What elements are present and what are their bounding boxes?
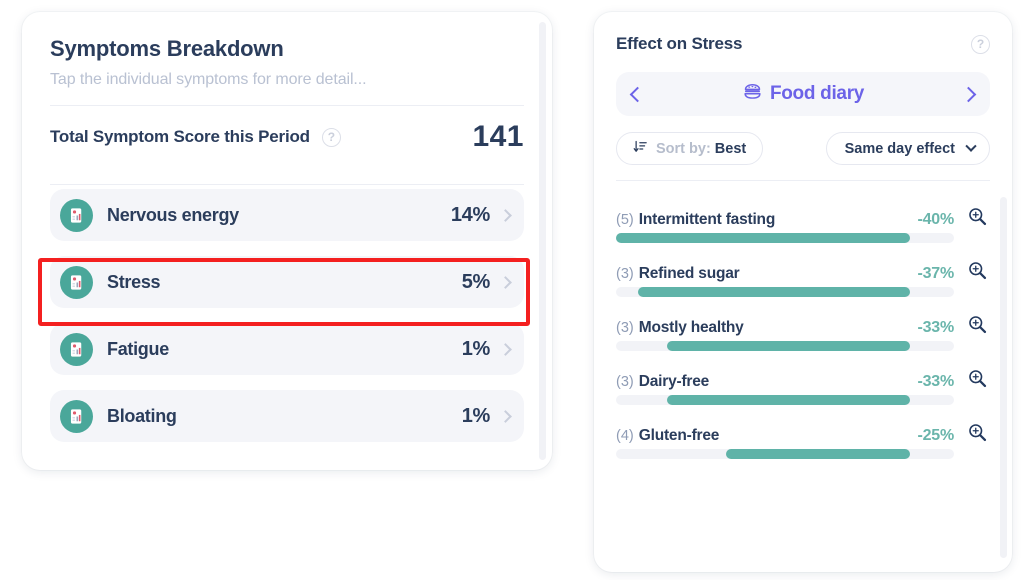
total-symptom-score-row: Total Symptom Score this Period ? 141	[50, 106, 524, 168]
bar-fill	[638, 287, 911, 297]
list-controls: Sort by: Best Same day effect	[616, 132, 990, 165]
bar-track	[616, 287, 954, 297]
factor-percent: -37%	[917, 265, 954, 282]
factor-header: (5) Intermittent fasting -40%	[616, 203, 990, 228]
list-item[interactable]: Stress 5%	[50, 256, 524, 309]
chevron-right-icon[interactable]	[499, 343, 512, 356]
total-score-label: Total Symptom Score this Period	[50, 127, 310, 147]
symptom-report-icon	[60, 198, 93, 232]
factor-name: Gluten-free	[638, 427, 720, 444]
symptoms-header: Symptoms Breakdown Tap the individual sy…	[22, 12, 552, 186]
factor-list: (5) Intermittent fasting -40% (3) Refine…	[594, 181, 1012, 459]
effect-title-row: Effect on Stress ?	[616, 34, 990, 54]
bar-fill	[726, 449, 911, 459]
list-item[interactable]: (3) Dairy-free -33%	[616, 365, 990, 405]
factor-name: Refined sugar	[638, 265, 740, 282]
bar-track	[616, 341, 954, 351]
magnifier-plus-icon[interactable]	[964, 368, 990, 389]
app-screen: Symptoms Breakdown Tap the individual sy…	[0, 0, 1024, 580]
bar-fill	[667, 341, 911, 351]
factor-name: Intermittent fasting	[638, 211, 776, 228]
chevron-down-icon	[965, 140, 977, 152]
list-item[interactable]: Bloating 1%	[50, 390, 524, 443]
factor-count: (3)	[616, 320, 634, 336]
factor-count: (3)	[616, 374, 634, 390]
factor-percent: -40%	[917, 211, 954, 228]
factor-percent: -33%	[917, 373, 954, 390]
timeframe-value: Same day effect	[844, 140, 955, 157]
bar-track	[616, 395, 954, 405]
symptom-name: Stress	[107, 271, 161, 292]
list-item[interactable]: (3) Mostly healthy -33%	[616, 311, 990, 351]
magnifier-plus-icon[interactable]	[964, 206, 990, 227]
scrollbar[interactable]	[539, 22, 546, 460]
sort-label: Sort by:	[656, 140, 711, 157]
help-icon[interactable]: ?	[971, 34, 990, 54]
list-item[interactable]: (4) Gluten-free -25%	[616, 419, 990, 459]
list-item[interactable]: Nervous energy 14%	[50, 189, 524, 242]
chevron-right-icon[interactable]	[499, 410, 512, 423]
help-icon[interactable]: ?	[321, 127, 341, 147]
symptom-name: Bloating	[107, 405, 177, 426]
sort-button[interactable]: Sort by: Best	[616, 132, 764, 165]
symptom-percent: 14%	[450, 203, 490, 226]
factor-name: Dairy-free	[638, 373, 710, 390]
timeframe-select[interactable]: Same day effect	[825, 132, 990, 165]
magnifier-plus-icon[interactable]	[964, 260, 990, 281]
factor-header: (3) Mostly healthy -33%	[616, 311, 990, 336]
bar-fill	[616, 233, 911, 243]
bar-track	[616, 449, 954, 459]
bar-fill	[667, 395, 911, 405]
chevron-right-icon[interactable]	[960, 86, 977, 102]
bar-track	[616, 233, 954, 243]
page-title: Symptoms Breakdown	[50, 36, 284, 61]
factor-header: (4) Gluten-free -25%	[616, 419, 990, 444]
symptom-percent: 1%	[461, 337, 491, 360]
list-item[interactable]: (5) Intermittent fasting -40%	[616, 203, 990, 243]
factor-percent: -25%	[917, 427, 954, 444]
list-item[interactable]: Fatigue 1%	[50, 323, 524, 376]
effect-on-stress-card: Effect on Stress ? Food diary Sort by: B…	[594, 12, 1012, 572]
scrollbar[interactable]	[1000, 197, 1007, 558]
symptom-report-icon	[60, 399, 93, 433]
factor-header: (3) Refined sugar -37%	[616, 257, 990, 282]
symptom-list: Nervous energy 14% Stress 5% Fatigue 1% …	[22, 185, 552, 443]
magnifier-plus-icon[interactable]	[964, 422, 990, 443]
sort-descending-icon	[633, 139, 648, 159]
list-item[interactable]: (3) Refined sugar -37%	[616, 257, 990, 297]
burger-icon	[742, 81, 763, 107]
effect-title: Effect on Stress	[616, 34, 743, 53]
chevron-right-icon[interactable]	[499, 276, 512, 289]
sort-value: Best	[714, 140, 747, 157]
total-score-value: 141	[472, 120, 524, 154]
pager-category-label: Food diary	[769, 83, 865, 104]
factor-count: (3)	[616, 266, 634, 282]
symptom-percent: 5%	[461, 270, 491, 293]
chevron-right-icon[interactable]	[499, 209, 512, 222]
symptom-name: Fatigue	[107, 338, 169, 359]
effect-header: Effect on Stress ? Food diary Sort by: B…	[594, 12, 1012, 181]
factor-header: (3) Dairy-free -33%	[616, 365, 990, 390]
symptom-name: Nervous energy	[107, 204, 239, 225]
factor-percent: -33%	[917, 319, 954, 336]
pager-center[interactable]: Food diary	[643, 81, 963, 107]
page-subtitle: Tap the individual symptoms for more det…	[50, 71, 367, 89]
factor-count: (4)	[616, 428, 634, 444]
factor-name: Mostly healthy	[638, 319, 744, 336]
category-pager: Food diary	[616, 72, 990, 116]
factor-count: (5)	[616, 212, 634, 228]
symptom-report-icon	[60, 332, 93, 366]
symptom-percent: 1%	[461, 404, 491, 427]
symptoms-breakdown-card: Symptoms Breakdown Tap the individual sy…	[22, 12, 552, 470]
magnifier-plus-icon[interactable]	[964, 314, 990, 335]
symptom-report-icon	[60, 265, 93, 299]
